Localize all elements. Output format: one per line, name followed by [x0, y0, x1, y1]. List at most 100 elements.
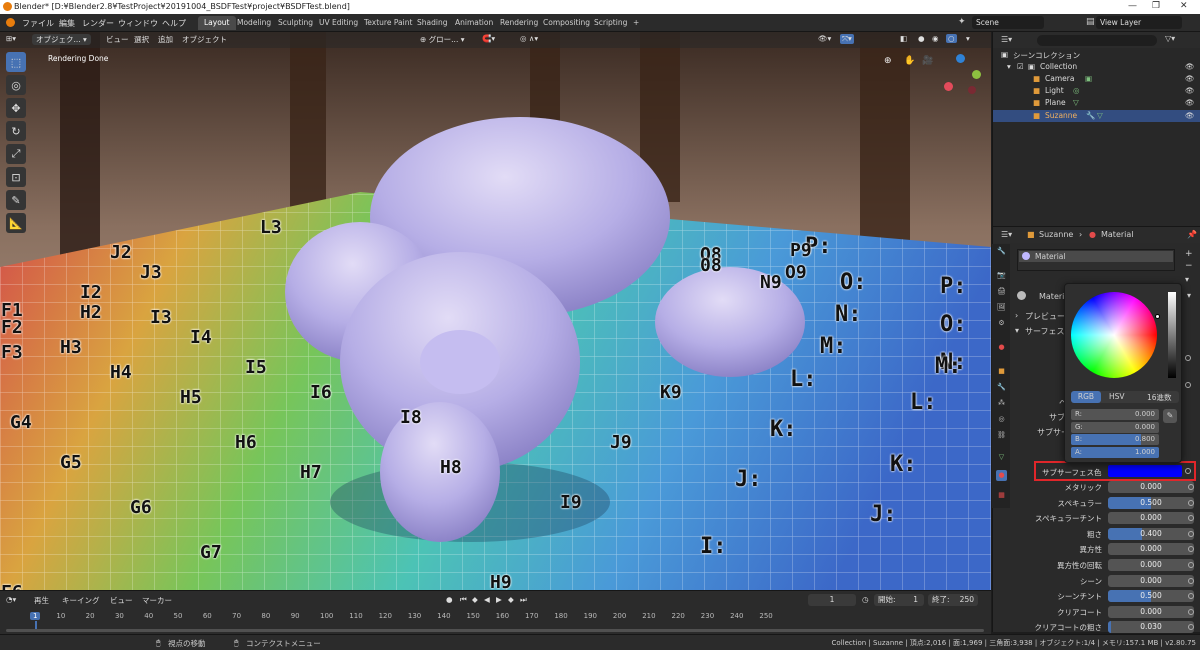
property-slider[interactable]: 0.000: [1108, 543, 1194, 556]
menu-window[interactable]: ウィンドウ: [118, 18, 158, 29]
remove-slot-button[interactable]: −: [1185, 261, 1193, 271]
socket-dot[interactable]: [1185, 382, 1191, 388]
color-picker-popup[interactable]: RGB HSV 16進数 R: 0.000 G: 0.000 B: 0.800 …: [1064, 283, 1182, 463]
channel-field[interactable]: R: 0.000: [1071, 409, 1159, 420]
outliner-item-suzanne[interactable]: ■ Suzanne 🔧 ▽ 👁: [993, 110, 1200, 122]
viewport-menu-object[interactable]: オブジェクト: [182, 34, 227, 45]
property-slider[interactable]: 0.400: [1108, 527, 1194, 540]
close-button[interactable]: ✕: [1180, 1, 1188, 11]
prev-key-button[interactable]: ◆: [472, 595, 478, 604]
viewport-menu-add[interactable]: 追加: [158, 34, 173, 45]
3d-viewport[interactable]: P: P: O: O: N: N: M: M: L: L: K: K: J: J: I: K9 J9 I9 H9 H7…: [0, 32, 991, 590]
color-wheel[interactable]: [1071, 292, 1157, 378]
blender-menu-icon[interactable]: [6, 18, 15, 27]
jump-end-button[interactable]: ⏭: [520, 595, 527, 605]
camera-view-icon[interactable]: 🎥: [922, 56, 933, 66]
properties-editor-icon[interactable]: ☰▾: [1001, 230, 1012, 239]
shading-options-icon[interactable]: ▾: [966, 34, 970, 43]
material-tab-icon[interactable]: ●: [996, 470, 1007, 481]
mode-hex[interactable]: 16進数: [1147, 392, 1172, 403]
particles-tab-icon[interactable]: ⁂: [996, 398, 1007, 409]
xray-icon[interactable]: ◧: [900, 34, 907, 43]
tab-shading[interactable]: Shading: [411, 16, 453, 30]
visibility-icon[interactable]: 👁: [1185, 98, 1195, 107]
mode-hsv[interactable]: HSV: [1109, 392, 1125, 401]
filter-icon[interactable]: ▽▾: [1165, 34, 1175, 43]
property-slider[interactable]: 0.500: [1108, 496, 1194, 509]
outliner-scene-collection[interactable]: ▣ シーンコレクション: [993, 49, 1200, 61]
constraints-tab-icon[interactable]: ⛓: [996, 430, 1007, 441]
channel-field[interactable]: G: 0.000: [1071, 421, 1159, 433]
physics-tab-icon[interactable]: ◎: [996, 414, 1007, 425]
gizmo-y-axis[interactable]: [972, 70, 981, 79]
output-tab-icon[interactable]: 🖨: [996, 286, 1007, 297]
eyedropper-icon[interactable]: ✎: [1163, 409, 1177, 423]
transform-orientation[interactable]: ⊕ グロー... ▾: [420, 34, 464, 45]
slot-specials-button[interactable]: ▾: [1185, 275, 1189, 284]
mode-rgb[interactable]: RGB: [1071, 391, 1101, 403]
texture-tab-icon[interactable]: ▦: [996, 490, 1007, 501]
add-workspace-button[interactable]: +: [627, 16, 645, 30]
socket-dot[interactable]: [1188, 484, 1194, 490]
outliner-editor-icon[interactable]: ☰▾: [1001, 35, 1012, 44]
material-selector[interactable]: Material: [1017, 291, 1072, 303]
measure-tool-icon[interactable]: 📐: [6, 213, 26, 233]
surface-expand-icon[interactable]: ▾: [1015, 326, 1019, 335]
menu-file[interactable]: ファイル: [22, 18, 54, 29]
editor-type-icon[interactable]: ⊞▾: [6, 34, 16, 43]
expand-icon[interactable]: ▾: [1007, 62, 1011, 71]
property-slider[interactable]: 0.500: [1108, 590, 1194, 603]
socket-dot[interactable]: [1185, 468, 1191, 474]
play-button[interactable]: ▶: [496, 595, 502, 604]
hand-pan-icon[interactable]: ✋: [904, 56, 915, 66]
tab-sculpting[interactable]: Sculpting: [272, 16, 319, 30]
property-slider[interactable]: 0.000: [1108, 574, 1194, 587]
visibility-icon[interactable]: 👁: [1185, 74, 1195, 83]
channel-field[interactable]: A: 1.000: [1071, 446, 1159, 458]
render-tab-icon[interactable]: 📷: [996, 270, 1007, 281]
timeline-menu-playback[interactable]: 再生: [34, 595, 49, 606]
panel-toggle-icon[interactable]: ▾: [1187, 291, 1191, 300]
annotate-tool-icon[interactable]: ✎: [6, 190, 26, 210]
zoom-icon[interactable]: ⊕: [884, 56, 892, 66]
property-slider[interactable]: 0.000: [1108, 559, 1194, 571]
scale-tool-icon[interactable]: ⤢: [6, 144, 26, 164]
shading-material-icon[interactable]: ◉: [932, 34, 939, 43]
visibility-icon[interactable]: 👁: [1185, 111, 1195, 120]
cursor-tool-icon[interactable]: ◎: [6, 75, 26, 95]
socket-dot[interactable]: [1185, 355, 1191, 361]
maximize-button[interactable]: ❐: [1152, 1, 1160, 11]
object-tab-icon[interactable]: ■: [996, 366, 1007, 377]
preview-panel-header[interactable]: プレビュー: [1025, 311, 1065, 322]
scrollbar[interactable]: [6, 629, 984, 632]
data-tab-icon[interactable]: ▽: [996, 452, 1007, 463]
property-slider[interactable]: 0.000: [1108, 605, 1194, 618]
surface-panel-header[interactable]: サーフェス: [1025, 326, 1065, 337]
tab-texture-paint[interactable]: Texture Paint: [358, 16, 418, 30]
preview-expand-icon[interactable]: ›: [1015, 311, 1018, 320]
channel-field[interactable]: B: 0.800: [1071, 434, 1159, 445]
move-tool-icon[interactable]: ✥: [6, 98, 26, 118]
mode-selector[interactable]: オブジェク... ▾: [32, 34, 91, 45]
shading-solid-icon[interactable]: ●: [918, 34, 925, 43]
menu-edit[interactable]: 編集: [59, 18, 75, 29]
outliner-item-light[interactable]: ■ Light ◎ 👁: [993, 85, 1200, 97]
shading-rendered-icon[interactable]: ○: [946, 34, 957, 43]
property-slider[interactable]: 0.030: [1108, 621, 1194, 634]
minimize-button[interactable]: —: [1128, 1, 1137, 11]
tab-uv-editing[interactable]: UV Editing: [313, 16, 364, 30]
outliner-collection[interactable]: ▾ ☑ ▣ Collection 👁: [993, 61, 1200, 73]
menu-render[interactable]: レンダー: [82, 18, 114, 29]
material-slot-list[interactable]: Material: [1017, 249, 1175, 271]
clock-icon[interactable]: ◷: [862, 595, 869, 604]
current-frame-field[interactable]: 1: [808, 594, 856, 606]
material-slot[interactable]: Material: [1019, 251, 1173, 262]
timeline-menu-view[interactable]: ビュー: [110, 595, 133, 606]
tab-modeling[interactable]: Modeling: [231, 16, 277, 30]
outliner-search[interactable]: [1037, 35, 1157, 46]
outliner-item-camera[interactable]: ■ Camera ▣ 👁: [993, 73, 1200, 85]
value-slider[interactable]: [1168, 292, 1176, 378]
property-slider[interactable]: 0.000: [1108, 481, 1194, 493]
viewport-menu-select[interactable]: 選択: [134, 34, 149, 45]
modifier-tab-icon[interactable]: 🔧: [996, 382, 1007, 393]
